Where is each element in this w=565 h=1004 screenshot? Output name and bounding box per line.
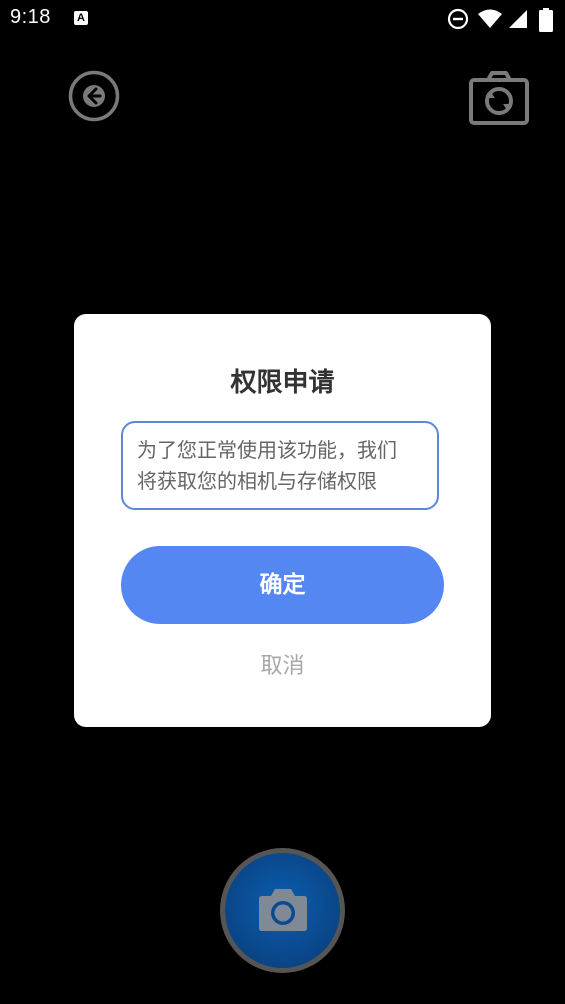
shutter-button[interactable] <box>220 848 345 973</box>
dialog-message-line-1: 为了您正常使用该功能，我们 <box>137 438 397 462</box>
dialog-title: 权限申请 <box>230 368 335 398</box>
wifi-icon <box>478 9 502 28</box>
shutter-inner <box>225 853 340 968</box>
dialog-message: 为了您正常使用该功能，我们 将获取您的相机与存储权限 <box>121 421 439 510</box>
permission-dialog: 权限申请 为了您正常使用该功能，我们 将获取您的相机与存储权限 确定 取消 <box>74 314 491 727</box>
camera-icon <box>259 889 307 931</box>
a-icon: A <box>74 11 88 25</box>
status-icons <box>447 8 557 32</box>
back-arrow-icon <box>68 70 120 122</box>
status-bar: 9:18 A <box>0 0 565 40</box>
dialog-message-line-2: 将获取您的相机与存储权限 <box>137 469 377 493</box>
battery-icon <box>539 8 553 32</box>
switch-camera-icon <box>469 71 529 125</box>
switch-camera-button[interactable] <box>468 70 530 126</box>
signal-icon <box>509 10 527 28</box>
camera-screen: 9:18 A 权限申请 为了您正常使用该功能，我们 将获取您的相机与存储权限 确… <box>0 0 565 1004</box>
confirm-button[interactable]: 确定 <box>121 546 444 624</box>
a-icon-glyph: A <box>77 12 85 24</box>
cancel-button[interactable]: 取消 <box>74 648 491 680</box>
back-button[interactable] <box>68 70 120 122</box>
status-time: 9:18 <box>10 6 51 28</box>
do-not-disturb-icon <box>447 8 469 30</box>
